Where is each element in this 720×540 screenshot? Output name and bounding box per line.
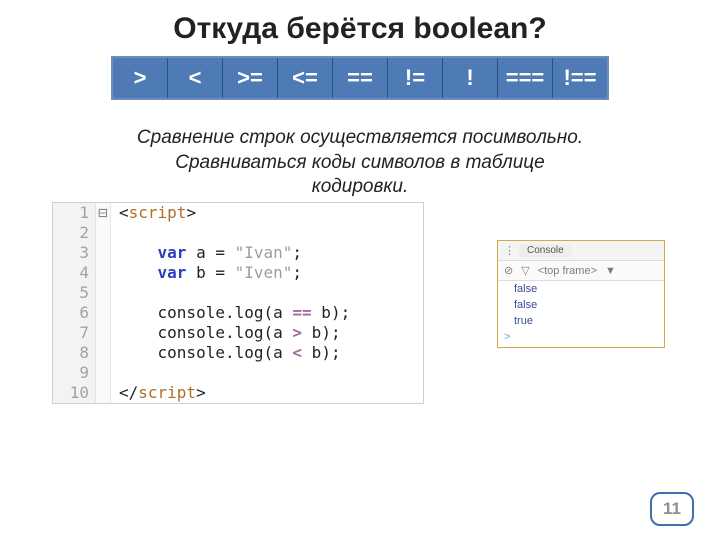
page-number: 11 xyxy=(650,492,694,526)
line-number: 2 xyxy=(53,223,96,243)
line-number: 10 xyxy=(53,383,96,403)
console-output: false xyxy=(498,281,664,297)
grip-icon: ⋮ xyxy=(504,244,513,257)
note-line: Сравнение строк осуществляется посимволь… xyxy=(137,127,583,148)
op-cell: == xyxy=(333,57,388,99)
note-line: Сравниваться коды символов в таблице xyxy=(175,152,545,173)
fold-icon: ⊟ xyxy=(96,203,111,223)
op-cell: > xyxy=(112,57,168,99)
op-cell: === xyxy=(498,57,553,99)
chevron-down-icon: ▼ xyxy=(605,265,616,277)
console-output: false xyxy=(498,297,664,313)
frame-select: <top frame> xyxy=(538,265,597,277)
line-number: 4 xyxy=(53,263,96,283)
op-cell: >= xyxy=(223,57,278,99)
operators-table: > < >= <= == != ! === !== xyxy=(111,56,609,100)
line-number: 7 xyxy=(53,323,96,343)
line-number: 6 xyxy=(53,303,96,323)
console-prompt: > xyxy=(498,329,664,347)
line-number: 3 xyxy=(53,243,96,263)
op-cell: < xyxy=(168,57,223,99)
op-cell: !== xyxy=(553,57,609,99)
op-cell: ! xyxy=(443,57,498,99)
description: Сравнение строк осуществляется посимволь… xyxy=(0,100,720,200)
line-number: 5 xyxy=(53,283,96,303)
slide-title: Откуда берётся boolean? xyxy=(0,0,720,52)
console-tab: Console xyxy=(519,244,572,257)
note-line: кодировки. xyxy=(312,176,408,197)
line-number: 1 xyxy=(53,203,96,223)
line-number: 8 xyxy=(53,343,96,363)
console-panel: ⋮ Console ⊘ ▽ <top frame> ▼ false false … xyxy=(497,240,665,348)
line-number: 9 xyxy=(53,363,96,383)
op-cell: <= xyxy=(278,57,333,99)
filter-icon: ▽ xyxy=(521,264,529,277)
console-output: true xyxy=(498,313,664,329)
op-cell: != xyxy=(388,57,443,99)
clear-icon: ⊘ xyxy=(504,264,513,277)
console-tabbar: ⋮ Console xyxy=(498,241,664,261)
console-toolbar: ⊘ ▽ <top frame> ▼ xyxy=(498,261,664,281)
code-editor: 1⊟<script> 2 3 var a = "Ivan"; 4 var b =… xyxy=(52,202,424,404)
